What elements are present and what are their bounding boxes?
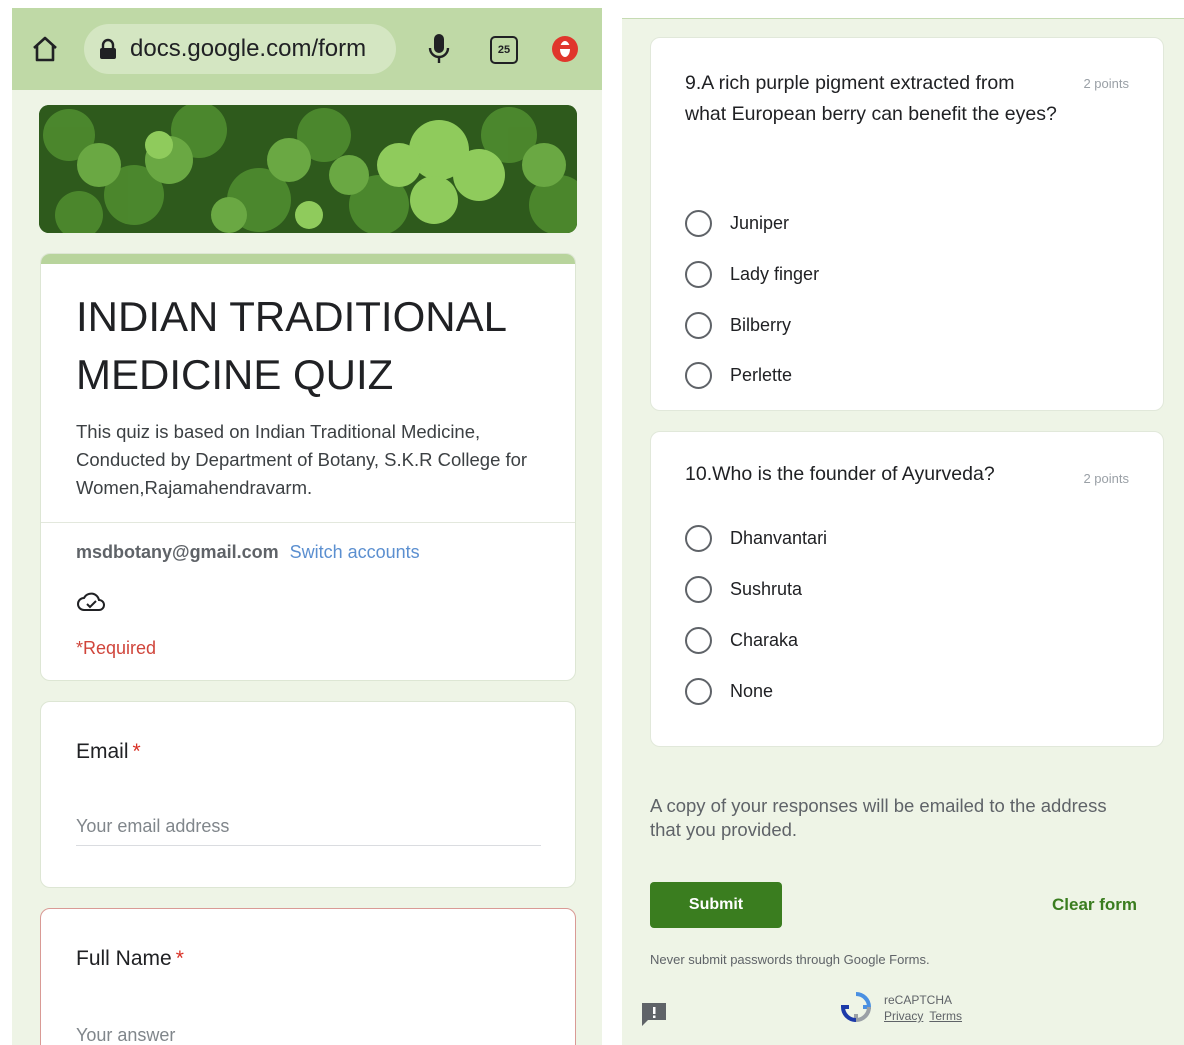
email-question-card: Email * Your email address: [40, 701, 576, 888]
divider: [41, 522, 575, 523]
right-screenshot: 9.A rich purple pigment extracted from w…: [622, 18, 1184, 1045]
option-label: Dhanvantari: [730, 527, 828, 548]
recaptcha-links: Privacy Terms: [884, 1008, 968, 1024]
home-icon[interactable]: [30, 34, 60, 64]
option-row[interactable]: Bilberry: [685, 310, 791, 340]
points-label: 2 points: [1083, 471, 1129, 486]
browser-menu-icon[interactable]: [550, 34, 580, 64]
panel-gap: [602, 0, 622, 1045]
form-description: This quiz is based on Indian Traditional…: [76, 421, 528, 498]
privacy-link[interactable]: Privacy: [884, 1009, 923, 1023]
option-row[interactable]: Perlette: [685, 360, 792, 390]
password-warning: Never submit passwords through Google Fo…: [650, 952, 930, 967]
radio-button[interactable]: [685, 209, 712, 237]
full-name-question-card: Full Name * Your answer: [40, 908, 576, 1045]
feedback-icon[interactable]: [640, 1001, 668, 1027]
full-name-field[interactable]: Your answer: [76, 1021, 541, 1045]
radio-button[interactable]: [685, 524, 712, 552]
tab-switcher-icon[interactable]: 25: [490, 36, 518, 64]
full-name-label: Full Name *: [76, 947, 184, 971]
radio-button[interactable]: [685, 677, 712, 705]
email-field[interactable]: Your email address: [76, 812, 541, 846]
points-label: 2 points: [1083, 76, 1129, 91]
option-label: Juniper: [730, 212, 790, 233]
response-copy-note: A copy of your responses will be emailed…: [650, 795, 1107, 840]
browser-toolbar: docs.google.com/form 25: [12, 8, 602, 90]
terms-link[interactable]: Terms: [929, 1009, 962, 1023]
url-text[interactable]: docs.google.com/form: [130, 35, 392, 63]
lock-icon: [100, 38, 116, 59]
account-line: msdbotany@gmail.com Switch accounts: [76, 542, 420, 563]
account-email: msdbotany@gmail.com: [76, 542, 279, 562]
radio-button[interactable]: [685, 260, 712, 288]
option-label: Bilberry: [730, 314, 792, 335]
option-label: None: [730, 680, 774, 701]
email-label-text: Email: [76, 740, 129, 763]
recaptcha-badge: reCAPTCHA Privacy Terms: [884, 992, 968, 1024]
radio-button[interactable]: [685, 311, 712, 339]
form-header-card: INDIAN TRADITIONAL MEDICINE QUIZ This qu…: [40, 253, 576, 681]
recaptcha-icon: [840, 992, 872, 1023]
form-title: INDIAN TRADITIONAL MEDICINE QUIZ: [76, 293, 506, 398]
full-name-label-text: Full Name: [76, 947, 172, 970]
left-screenshot: docs.google.com/form 25 INDIAN TRADITION…: [12, 8, 602, 1045]
required-asterisk: *: [132, 740, 141, 763]
question-text: 10.Who is the founder of Ayurveda?: [685, 463, 995, 485]
microphone-icon[interactable]: [426, 32, 452, 66]
header-banner-image: [39, 105, 577, 233]
email-label: Email *: [76, 740, 141, 764]
clear-form-button[interactable]: Clear form: [1052, 895, 1137, 915]
required-asterisk: *: [175, 947, 184, 970]
required-note: *Required: [76, 638, 157, 658]
option-row[interactable]: Charaka: [685, 625, 798, 655]
cloud-saved-icon: [77, 592, 105, 611]
radio-button[interactable]: [685, 626, 712, 654]
option-row[interactable]: Sushruta: [685, 574, 802, 604]
question-card-9: 9.A rich purple pigment extracted from w…: [650, 37, 1164, 411]
option-row[interactable]: Juniper: [685, 208, 789, 238]
submit-button[interactable]: Submit: [650, 882, 782, 928]
radio-button[interactable]: [685, 361, 712, 389]
option-label: Perlette: [730, 364, 793, 385]
question-text: 9.A rich purple pigment extracted from w…: [685, 72, 1057, 125]
radio-button[interactable]: [685, 575, 712, 603]
theme-accent-bar: [41, 254, 575, 264]
recaptcha-label: reCAPTCHA: [884, 993, 953, 1007]
option-label: Sushruta: [730, 578, 803, 599]
option-row[interactable]: Lady finger: [685, 259, 819, 289]
option-row[interactable]: None: [685, 676, 773, 706]
option-row[interactable]: Dhanvantari: [685, 523, 827, 553]
option-label: Charaka: [730, 629, 799, 650]
option-label: Lady finger: [730, 263, 820, 284]
question-card-10: 10.Who is the founder of Ayurveda? 2 poi…: [650, 431, 1164, 747]
switch-accounts-link[interactable]: Switch accounts: [290, 542, 420, 562]
